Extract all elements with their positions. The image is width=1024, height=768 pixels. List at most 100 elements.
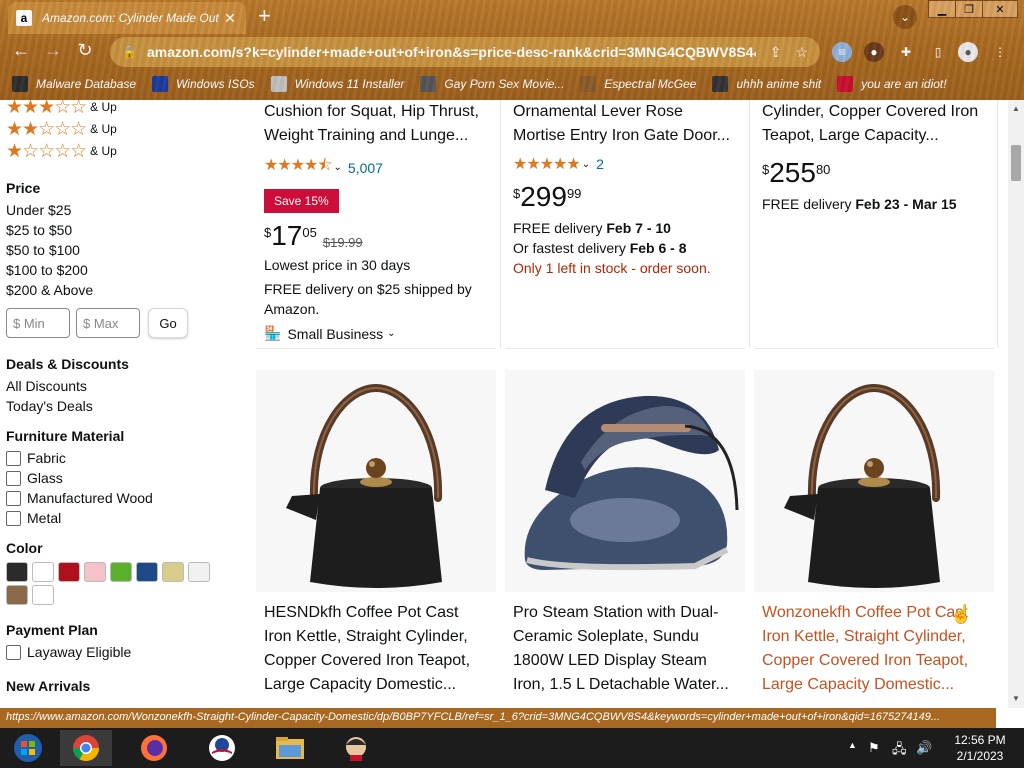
star-rating-filter[interactable]: ★★★☆☆ & Up [6,100,246,118]
taskbar-game-app[interactable] [330,730,382,766]
chevron-down-icon[interactable]: ⌄ [334,162,342,173]
price-go-button[interactable]: Go [148,308,188,338]
page-scrollbar[interactable]: ▲ ▼ [1008,100,1024,708]
start-button[interactable] [2,730,54,766]
price-range-link[interactable]: $100 to $200 [6,260,246,280]
rating-count[interactable]: 5,007 [348,160,383,176]
color-swatch[interactable] [84,562,106,582]
product-image[interactable] [754,370,994,592]
star-rating-filter[interactable]: ★★☆☆☆ & Up [6,118,246,140]
installer-icon: ■ [270,76,287,92]
tab-amazon[interactable]: a Amazon.com: Cylinder Made Out ✕ [8,2,246,34]
checkbox[interactable] [6,470,21,486]
color-swatch[interactable] [32,585,54,605]
taskbar-chrome[interactable] [60,730,112,766]
star-rating-filter[interactable]: ★☆☆☆☆ & Up [6,140,246,162]
color-heading: Color [6,540,43,556]
tab-close-icon[interactable]: ✕ [222,10,238,27]
taskbar-file-explorer[interactable] [264,730,316,766]
material-filter-option[interactable]: Metal [6,508,246,528]
product-title[interactable]: Ornamental Lever Rose Mortise Entry Iron… [513,100,745,148]
bookmark-item[interactable]: ■ Windows 11 Installer [270,76,404,92]
new-tab-icon[interactable]: + [258,5,271,27]
taskbar-obama-app[interactable] [196,730,248,766]
min-price-input[interactable]: $ Min [6,308,70,338]
rating-count[interactable]: 2 [596,156,604,172]
product-price[interactable]: $ 299 99 [513,182,745,212]
max-price-input[interactable]: $ Max [76,308,140,338]
small-business-badge[interactable]: 🏪 Small Business ⌄ [264,325,496,342]
bookmark-star-icon[interactable]: ☆ [795,44,808,61]
amazon-favicon-icon: a [16,10,32,26]
color-swatch[interactable] [6,585,28,605]
close-window-icon[interactable]: ✕ [982,0,1018,18]
product-price[interactable]: $ 255 80 [762,158,994,188]
show-hidden-icons-icon[interactable]: ▲ [848,740,857,750]
product-title[interactable]: Cylinder, Copper Covered Iron Teapot, La… [762,100,994,148]
reload-icon[interactable]: ↻ [72,40,98,61]
puzzle-extensions-icon[interactable]: ✚ [896,42,916,62]
scroll-up-icon[interactable]: ▲ [1012,104,1020,113]
color-swatch[interactable] [110,562,132,582]
product-title[interactable]: Pro Steam Station with Dual- Ceramic Sol… [513,601,745,697]
network-icon[interactable]: 🖧 [892,740,907,762]
price-range-link[interactable]: Under $25 [6,200,246,220]
trans-flag-extension-icon[interactable]: ≡ [832,42,852,62]
product-card[interactable]: Cylinder, Copper Covered Iron Teapot, La… [754,100,994,348]
payment-filter-option[interactable]: Layaway Eligible [6,642,246,662]
address-bar[interactable]: 🔒 amazon.com/s?k=cylinder+made+out+of+ir… [110,37,820,67]
color-swatch[interactable] [162,562,184,582]
chevron-down-icon[interactable]: ⌄ [582,159,590,170]
menu-kebab-icon[interactable]: ⋮ [990,42,1010,62]
bookmark-item[interactable]: ■ Malware Database [12,76,136,92]
taskbar-firefox[interactable] [128,730,180,766]
address-url[interactable]: amazon.com/s?k=cylinder+made+out+of+iron… [147,44,756,60]
minimize-icon[interactable]: ▁ [928,0,956,18]
bookmark-item[interactable]: ■ you are an idiot! [837,76,947,92]
price-range-link[interactable]: $200 & Above [6,280,246,300]
product-image[interactable] [505,370,745,592]
color-swatch[interactable] [136,562,158,582]
checkbox[interactable] [6,644,21,660]
color-swatch[interactable] [32,562,54,582]
product-image[interactable] [256,370,496,592]
forward-arrow-icon[interactable]: → [40,40,66,61]
color-swatch[interactable] [58,562,80,582]
product-rating[interactable]: ★★★★⯪ ⌄ 5,007 [264,154,496,181]
bookmark-item[interactable]: ■ uhhh anime shit [712,76,821,92]
product-price[interactable]: $ 17 05 $19.99 [264,221,496,251]
material-filter-option[interactable]: Manufactured Wood [6,488,246,508]
checkbox[interactable] [6,510,21,526]
product-card[interactable]: Ornamental Lever Rose Mortise Entry Iron… [505,100,745,348]
share-icon[interactable]: ⇪ [770,44,782,61]
back-arrow-icon[interactable]: ← [8,40,34,61]
profile-icon[interactable]: ● [958,42,978,62]
bookmark-item[interactable]: ■ Windows ISOs [152,76,255,92]
product-rating[interactable]: ★★★★★ ⌄ 2 [513,154,745,174]
deal-link[interactable]: All Discounts [6,376,246,396]
cartoon-character-icon [346,737,366,761]
deal-link[interactable]: Today's Deals [6,396,246,416]
material-filter-option[interactable]: Fabric [6,448,246,468]
color-swatch[interactable] [6,562,28,582]
product-title[interactable]: Cushion for Squat, Hip Thrust, Weight Tr… [264,100,496,148]
side-panel-icon[interactable]: ▯ [928,42,948,62]
volume-icon[interactable]: 🔊 [916,740,932,756]
restore-icon[interactable]: ❐ [955,0,983,18]
price-range-link[interactable]: $25 to $50 [6,220,246,240]
bookmark-item[interactable]: ■ Gay Porn Sex Movie... [420,76,564,92]
product-title[interactable]: HESNDkfh Coffee Pot Cast Iron Kettle, St… [264,601,496,697]
product-card[interactable]: Cushion for Squat, Hip Thrust, Weight Tr… [256,100,496,348]
tab-search-chevron-icon[interactable]: ⌄ [893,5,917,29]
scroll-down-icon[interactable]: ▼ [1012,694,1020,703]
checkbox[interactable] [6,490,21,506]
checkbox[interactable] [6,450,21,466]
taskbar-clock[interactable]: 12:56 PM 2/1/2023 [940,732,1020,764]
material-filter-option[interactable]: Glass [6,468,246,488]
color-swatch[interactable] [188,562,210,582]
bookmark-item[interactable]: ■ Espectral McGee [580,76,696,92]
avatar-extension-icon[interactable]: ● [864,42,884,62]
price-range-link[interactable]: $50 to $100 [6,240,246,260]
scrollbar-thumb[interactable] [1011,145,1021,181]
action-center-flag-icon[interactable]: ⚑ [868,740,880,756]
